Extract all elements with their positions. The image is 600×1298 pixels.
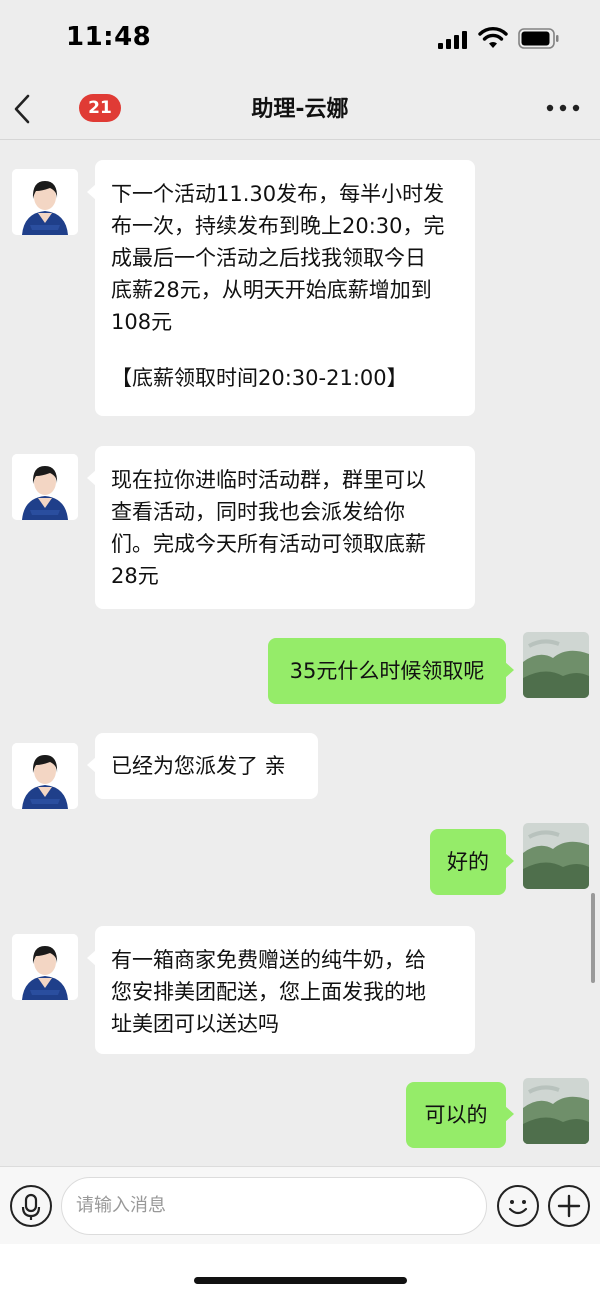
message-line: 成最后一个活动之后找我领取今日 — [111, 246, 426, 270]
message-bubble-7[interactable]: 可以的 — [406, 1082, 514, 1148]
message-text: 可以的 — [424, 1103, 488, 1127]
status-time: 11:48 — [66, 22, 152, 52]
my-avatar[interactable] — [523, 1078, 589, 1144]
assistant-avatar[interactable] — [12, 743, 78, 809]
message-bubble-5[interactable]: 好的 — [430, 829, 514, 895]
message-line: 108元 — [111, 310, 173, 334]
message-input[interactable]: 请输入消息 — [61, 1177, 487, 1235]
message-line: 址美团可以送达吗 — [111, 1012, 279, 1036]
message-line: 有一箱商家免费赠送的纯牛奶，给 — [111, 948, 426, 972]
message-list[interactable]: 下一个活动11.30发布，每半小时发 布一次，持续发布到晚上20:30，完 成最… — [0, 141, 600, 1166]
status-bar: 11:48 — [0, 0, 600, 80]
message-line: 28元 — [111, 564, 159, 588]
home-indicator[interactable] — [194, 1277, 407, 1284]
message-line: 查看活动，同时我也会派发给你 — [111, 500, 405, 524]
scrollbar[interactable] — [591, 893, 595, 983]
message-line: 布一次，持续发布到晚上20:30，完 — [111, 214, 445, 238]
message-line: 底薪28元，从明天开始底薪增加到 — [111, 278, 432, 302]
message-text: 好的 — [447, 850, 489, 874]
message-line: 您安排美团配送，您上面发我的地 — [111, 980, 426, 1004]
chat-title: 助理-云娜 — [251, 97, 349, 122]
message-line: 们。完成今天所有活动可领取底薪 — [111, 532, 426, 556]
assistant-avatar[interactable] — [12, 454, 78, 520]
message-bubble-1[interactable]: 下一个活动11.30发布，每半小时发 布一次，持续发布到晚上20:30，完 成最… — [87, 160, 475, 416]
message-text: 已经为您派发了 亲 — [111, 754, 286, 778]
message-line: 现在拉你进临时活动群，群里可以 — [111, 468, 426, 492]
assistant-avatar[interactable] — [12, 934, 78, 1000]
assistant-avatar[interactable] — [12, 169, 78, 235]
input-bar: 请输入消息 — [0, 1166, 600, 1244]
wifi-icon — [478, 27, 508, 48]
emoji-icon[interactable] — [497, 1185, 539, 1227]
message-bubble-3[interactable]: 35元什么时候领取呢 — [268, 638, 514, 704]
message-text: 35元什么时候领取呢 — [289, 659, 485, 683]
message-line: 【底薪领取时间20:30-21:00】 — [111, 366, 408, 390]
microphone-icon[interactable] — [10, 1185, 52, 1227]
battery-icon — [518, 28, 559, 49]
message-bubble-4[interactable]: 已经为您派发了 亲 — [87, 733, 318, 799]
chat-header: 21 助理-云娜 — [0, 80, 600, 140]
my-avatar[interactable] — [523, 632, 589, 698]
message-bubble-2[interactable]: 现在拉你进临时活动群，群里可以 查看活动，同时我也会派发给你 们。完成今天所有活… — [87, 446, 475, 609]
cellular-signal-icon — [438, 31, 470, 49]
my-avatar[interactable] — [523, 823, 589, 889]
more-dots-icon[interactable] — [545, 100, 581, 116]
message-bubble-6[interactable]: 有一箱商家免费赠送的纯牛奶，给 您安排美团配送，您上面发我的地 址美团可以送达吗 — [87, 926, 475, 1054]
home-area — [0, 1244, 600, 1298]
message-line: 下一个活动11.30发布，每半小时发 — [111, 182, 445, 206]
plus-icon[interactable] — [548, 1185, 590, 1227]
